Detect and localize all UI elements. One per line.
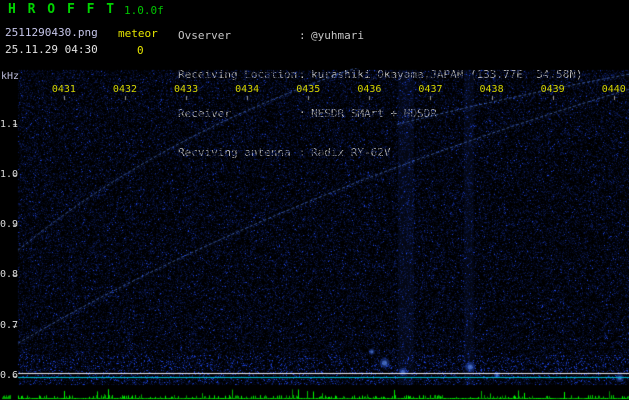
y-axis-unit-label: kHz — [1, 71, 20, 82]
x-tick-label: 0435 — [296, 84, 321, 95]
mode-label: meteor — [118, 27, 158, 40]
y-tick-label: 0.8 — [0, 269, 19, 281]
hrofft-output-screen: H R O F F T 1.0.0f 2511290430.png meteor… — [0, 0, 629, 400]
y-tick-label: 0.6 — [0, 370, 19, 381]
output-filename: 2511290430.png — [5, 26, 98, 39]
info-separator: : — [299, 29, 306, 42]
y-tick-label: 0.7 — [0, 319, 19, 331]
x-tick-label: 0437 — [418, 84, 443, 95]
x-tick-label: 0434 — [235, 84, 260, 95]
info-value: @yuhmari — [311, 29, 364, 42]
x-tick-label: 0431 — [51, 84, 76, 95]
info-label: Ovserver — [178, 29, 231, 42]
x-tick-label: 0438 — [479, 84, 504, 95]
app-version: 1.0.0f — [124, 4, 164, 17]
x-tick-label: 0439 — [540, 84, 565, 95]
x-tick-label: 0433 — [174, 84, 199, 95]
timestamp: 25.11.29 04:30 — [5, 43, 98, 56]
meteor-count: 0 — [137, 44, 144, 57]
y-tick-label: 1.1 — [0, 118, 19, 130]
x-tick-label: 0440 — [601, 84, 626, 95]
x-tick-label: 0432 — [112, 84, 138, 95]
x-tick-label: 0436 — [357, 84, 382, 95]
spectrogram-canvas — [0, 68, 629, 400]
y-tick-label: 0.9 — [0, 219, 19, 231]
app-title: H R O F F T — [8, 2, 117, 17]
y-tick-label: 1.0 — [0, 168, 19, 180]
info-row-observer: Ovserver: @yuhmari — [178, 29, 583, 42]
